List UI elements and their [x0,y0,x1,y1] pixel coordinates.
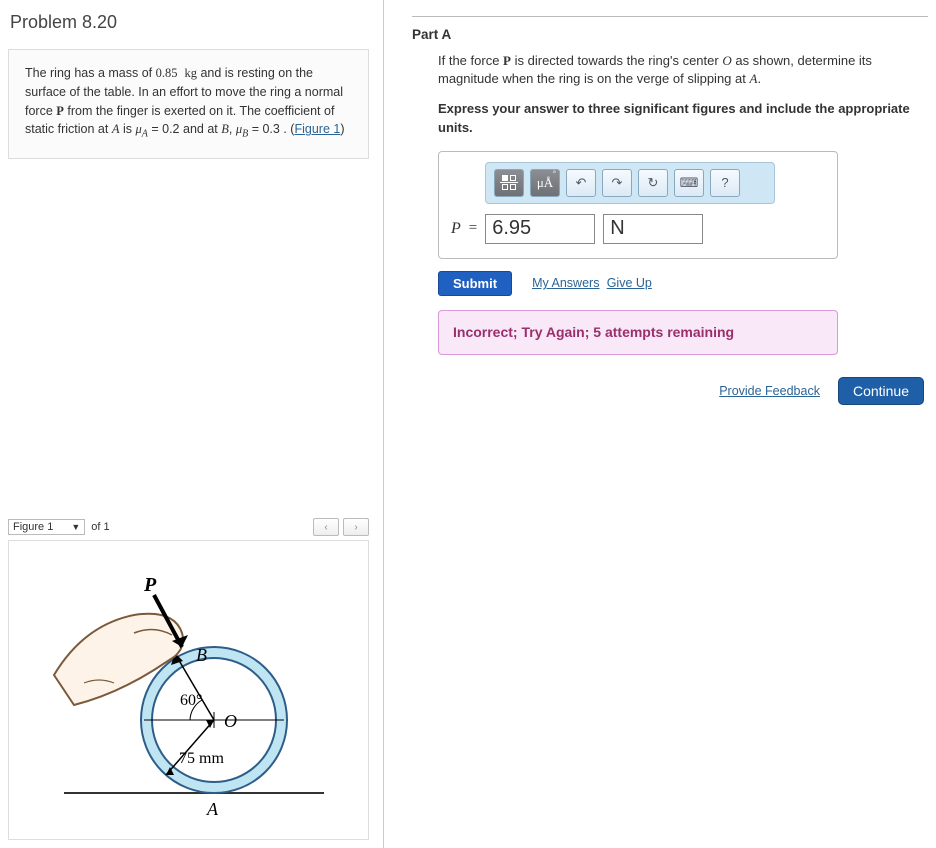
figure-panel: P B 60° O 75 mm A [8,540,369,840]
desc-text: and at [183,122,221,136]
my-answers-link[interactable]: My Answers [532,276,599,290]
redo-icon: ↷ [612,174,623,192]
help-icon: ? [721,174,728,192]
reset-button[interactable]: ↻ [638,169,668,197]
give-up-link[interactable]: Give Up [607,276,652,290]
help-button[interactable]: ? [710,169,740,197]
figure-next-button[interactable]: › [343,518,369,536]
fig-label-A: A [206,799,219,819]
figure-link[interactable]: Figure 1 [294,122,340,136]
units-button[interactable]: μÅ ° [530,169,560,197]
prompt-text: is directed towards the ring's center [515,53,723,68]
problem-title: Problem 8.20 [10,12,369,33]
chevron-down-icon: ▼ [71,522,80,532]
desc-text: . ( [283,122,294,136]
desc-text: = [151,122,162,136]
answer-toolbar: μÅ ° ↶ ↷ ↻ ⌨ ? [485,162,775,204]
templates-button[interactable] [494,169,524,197]
reset-icon: ↻ [648,174,659,192]
part-prompt: If the force P is directed towards the r… [438,52,928,88]
feedback-message: Incorrect; Try Again; 5 attempts remaini… [438,310,838,356]
part-label: Part A [412,27,928,42]
mass-value: 0.85 [156,66,178,80]
figure-count: of 1 [91,521,109,533]
continue-button[interactable]: Continue [838,377,924,405]
figure-header: Figure 1 ▼ of 1 ‹ › [8,516,369,540]
point-B: B [221,122,229,136]
problem-description: The ring has a mass of 0.85 kg and is re… [8,49,369,159]
mu-B-val: 0.3 [262,122,279,136]
undo-button[interactable]: ↶ [566,169,596,197]
fig-label-radius: 75 mm [179,750,224,767]
desc-text: is [123,122,136,136]
desc-text: The ring has a mass of [25,66,156,80]
fig-label-angle: 60° [180,692,202,709]
fig-label-B: B [196,645,207,665]
figure-selector-label: Figure 1 [13,521,53,533]
keyboard-icon: ⌨ [680,174,699,192]
redo-button[interactable]: ↷ [602,169,632,197]
answer-var-label: P [451,218,461,240]
fig-label-P: P [143,574,157,596]
prompt-text: . [757,71,761,86]
part-instruction: Express your answer to three significant… [438,100,928,136]
undo-icon: ↶ [576,174,587,192]
mu-A-sym: μA [135,122,147,136]
mass-unit: kg [184,66,197,80]
desc-text: ) [340,122,344,136]
keyboard-button[interactable]: ⌨ [674,169,704,197]
desc-text: = [252,122,263,136]
units-icon: μÅ [537,174,553,192]
point-A: A [112,122,120,136]
fig-label-O: O [224,711,237,731]
prompt-text: If the force [438,53,503,68]
figure-prev-button[interactable]: ‹ [313,518,339,536]
mu-A-val: 0.2 [162,122,179,136]
submit-button[interactable]: Submit [438,271,512,296]
answer-value-input[interactable] [485,214,595,244]
answer-unit-input[interactable] [603,214,703,244]
answer-box: μÅ ° ↶ ↷ ↻ ⌨ ? P = [438,151,838,259]
var-P: P [56,104,64,118]
equals-sign: = [469,218,477,239]
point-O: O [722,53,731,68]
figure-selector[interactable]: Figure 1 ▼ [8,519,85,535]
mu-B-sym: μB [236,122,248,136]
var-P: P [503,53,511,68]
provide-feedback-link[interactable]: Provide Feedback [719,384,820,398]
